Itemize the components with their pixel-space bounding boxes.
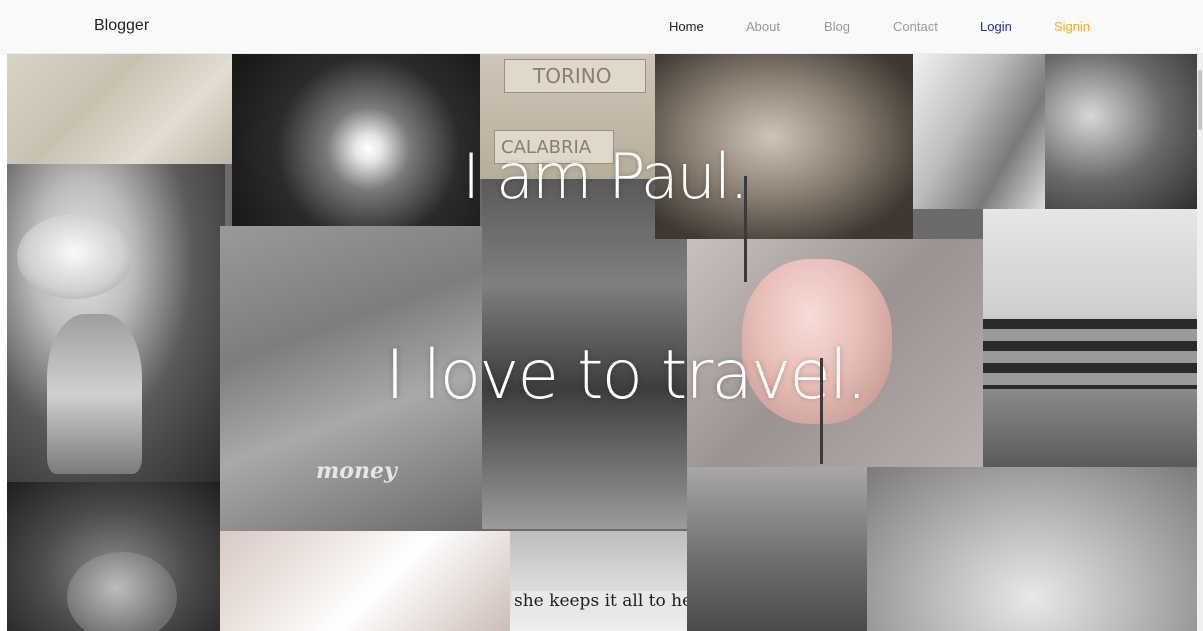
hero-heading-line1: I am Paul.	[462, 140, 749, 213]
collage-money-text: money	[316, 458, 397, 484]
nav-contact-link[interactable]: Contact	[893, 19, 938, 34]
collage-tile-rabbit	[7, 482, 222, 631]
sign-torino-text: TORINO	[533, 64, 612, 88]
nav-login-link[interactable]: Login	[980, 19, 1012, 34]
navbar: Blogger Home About Blog Contact Login Si…	[0, 0, 1203, 54]
dress-shape	[47, 314, 142, 474]
collage-tile-braid	[913, 54, 1045, 209]
typing-cursor-line1	[744, 176, 747, 282]
typing-cursor-line2	[820, 358, 823, 464]
pier-railing	[983, 319, 1197, 389]
hero-collage: money TORINO CALABRIA she keeps it all t…	[7, 54, 1197, 631]
collage-tile-fabric	[7, 54, 232, 164]
collage-tile-sparkles	[232, 54, 480, 226]
collage-tile-hallway	[867, 467, 1197, 631]
nav-about-link[interactable]: About	[746, 19, 780, 34]
collage-tile-pier-girl	[983, 209, 1197, 467]
collage-tile-table	[1045, 54, 1197, 209]
scrollbar-track[interactable]	[1197, 54, 1203, 631]
nav-signin-link[interactable]: Signin	[1054, 19, 1090, 34]
rabbit-shape	[67, 552, 177, 631]
collage-tile-lace	[220, 531, 510, 631]
nav-blog-link[interactable]: Blog	[824, 19, 850, 34]
nav-links: Home About Blog Contact Login Signin	[0, 19, 1203, 37]
scrollbar-thumb[interactable]	[1198, 70, 1202, 130]
collage-tile-woman-hat	[7, 164, 225, 482]
hat-shape	[17, 214, 132, 299]
sign-torino: TORINO	[504, 59, 646, 93]
nav-home-link[interactable]: Home	[669, 19, 704, 34]
hero-heading-line2: I love to travel.	[385, 336, 868, 415]
collage-tile-shopping	[687, 467, 867, 631]
